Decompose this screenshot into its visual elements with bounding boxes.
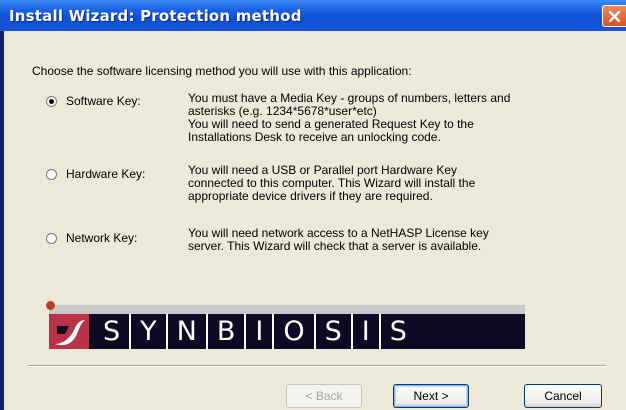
back-button[interactable]: < Back: [286, 384, 362, 408]
dialog-body: Choose the software licensing method you…: [4, 31, 626, 410]
network-key-description: You will need network access to a NetHAS…: [188, 227, 608, 253]
logo-wordmark: S Y N B I O S I S: [94, 314, 416, 349]
logo-letter: I: [353, 314, 381, 349]
title-bar[interactable]: Install Wizard: Protection method: [0, 0, 626, 31]
hardware-key-label[interactable]: Hardware Key:: [66, 167, 145, 181]
logo-letter: S: [389, 316, 407, 347]
logo-letter: N: [168, 314, 208, 349]
hardware-key-description: You will need a USB or Parallel port Har…: [188, 164, 608, 203]
description-line: server. This Wizard will check that a se…: [188, 239, 482, 253]
logo-mark-icon: [49, 314, 89, 349]
description-line: appropriate device drivers if they are r…: [188, 189, 433, 203]
description-line: Installations Desk to receive an unlocki…: [188, 130, 441, 144]
software-key-label[interactable]: Software Key:: [66, 94, 141, 108]
button-divider: [28, 365, 606, 367]
window-title: Install Wizard: Protection method: [9, 7, 302, 25]
logo-dot: [46, 301, 55, 310]
close-button[interactable]: [602, 5, 626, 27]
logo-swoosh-icon: [55, 320, 85, 346]
logo-letter: S: [316, 314, 353, 349]
logo-letter: Y: [131, 314, 168, 349]
software-key-radio[interactable]: [46, 96, 57, 107]
install-wizard-window: Install Wizard: Protection method Choose…: [0, 0, 626, 410]
intro-text: Choose the software licensing method you…: [32, 64, 412, 78]
logo-letter: B: [208, 314, 247, 349]
network-key-label[interactable]: Network Key:: [66, 231, 137, 245]
cancel-button[interactable]: Cancel: [524, 384, 602, 408]
logo-letter: O: [274, 314, 316, 349]
logo-letter: I: [246, 314, 275, 349]
logo-letter: S: [94, 314, 132, 349]
network-key-radio[interactable]: [46, 233, 57, 244]
next-button[interactable]: Next >: [393, 384, 469, 408]
logo-grey-band: [49, 305, 525, 314]
software-key-description: You must have a Media Key - groups of nu…: [188, 92, 608, 144]
hardware-key-radio[interactable]: [46, 169, 57, 180]
close-icon: [608, 10, 621, 23]
synbiosis-logo: S Y N B I O S I S: [46, 301, 526, 349]
